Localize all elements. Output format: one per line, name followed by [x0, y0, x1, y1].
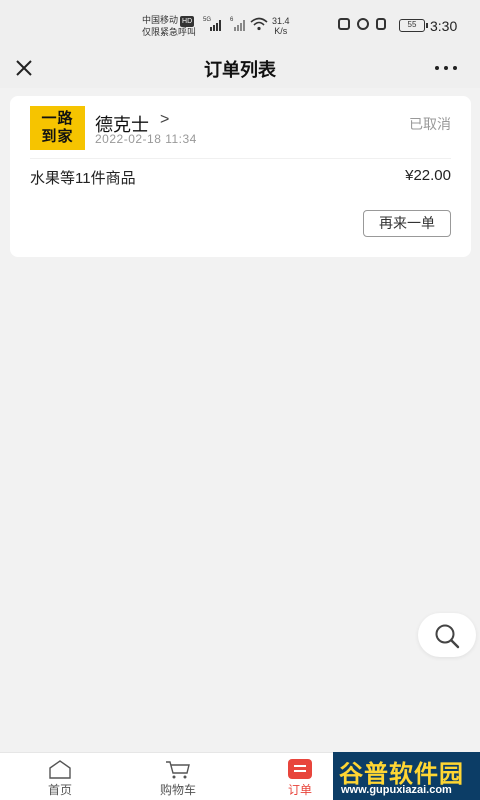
speed-value: 31.4	[272, 16, 290, 26]
tab-label-cart: 购物车	[159, 783, 196, 797]
hd-badge: HD	[180, 16, 195, 27]
order-time: 2022-02-18 11:34	[95, 132, 197, 146]
order-status: 已取消	[409, 116, 451, 132]
tab-order[interactable]: 订单	[270, 759, 330, 798]
tab-cart[interactable]: 购物车	[148, 759, 208, 798]
speed-unit: K/s	[274, 26, 288, 36]
watermark-sub: www.gupuxiazai.com	[341, 784, 452, 796]
logo-text-line1: 一路	[41, 110, 74, 127]
chevron-right-icon[interactable]: >	[160, 111, 169, 129]
nav-bar: 订单列表	[0, 48, 480, 88]
float-search-button[interactable]	[418, 613, 476, 657]
store-logo: 一路 到家	[30, 106, 85, 150]
order-icon	[288, 759, 312, 779]
tab-home[interactable]: 首页	[30, 759, 90, 798]
logo-text-line2: 到家	[41, 128, 74, 145]
goods-summary: 水果等11件商品	[30, 170, 136, 187]
status-icons	[338, 18, 386, 30]
more-icon[interactable]	[432, 56, 460, 80]
alarm-icon	[357, 18, 369, 30]
status-bar: 中国移动 HD 仅限紧急呼叫 5G 6 31.4 K/s 55 3:30	[0, 0, 480, 48]
network-6-label: 6	[230, 17, 234, 23]
divider	[30, 158, 451, 159]
home-icon	[49, 760, 71, 779]
carrier-name: 中国移动	[142, 15, 179, 25]
carrier-info: 中国移动 HD 仅限紧急呼叫	[142, 15, 196, 38]
status-time: 3:30	[430, 18, 458, 34]
battery-level: 55	[407, 20, 417, 29]
tab-label-home: 首页	[47, 783, 72, 797]
search-icon	[435, 624, 460, 649]
network-speed: 31.4 K/s	[272, 16, 290, 36]
signal-icon-secondary	[234, 19, 245, 31]
reorder-button[interactable]: 再来一单	[363, 210, 451, 237]
signal-icon	[210, 19, 221, 31]
order-price: ¥22.00	[405, 167, 451, 184]
vibrate-icon	[376, 18, 386, 30]
watermark: 谷普软件园 www.gupuxiazai.com	[333, 752, 480, 800]
battery-icon: 55	[399, 19, 428, 32]
cart-icon	[166, 761, 190, 779]
tab-label-order: 订单	[287, 783, 312, 797]
page-title: 订单列表	[204, 60, 276, 80]
wifi-icon	[250, 17, 268, 31]
order-card[interactable]: 一路 到家 德克士 > 2022-02-18 11:34 已取消 水果等11件商…	[10, 96, 471, 257]
carrier-emergency: 仅限紧急呼叫	[142, 27, 197, 37]
nfc-icon	[338, 18, 350, 30]
